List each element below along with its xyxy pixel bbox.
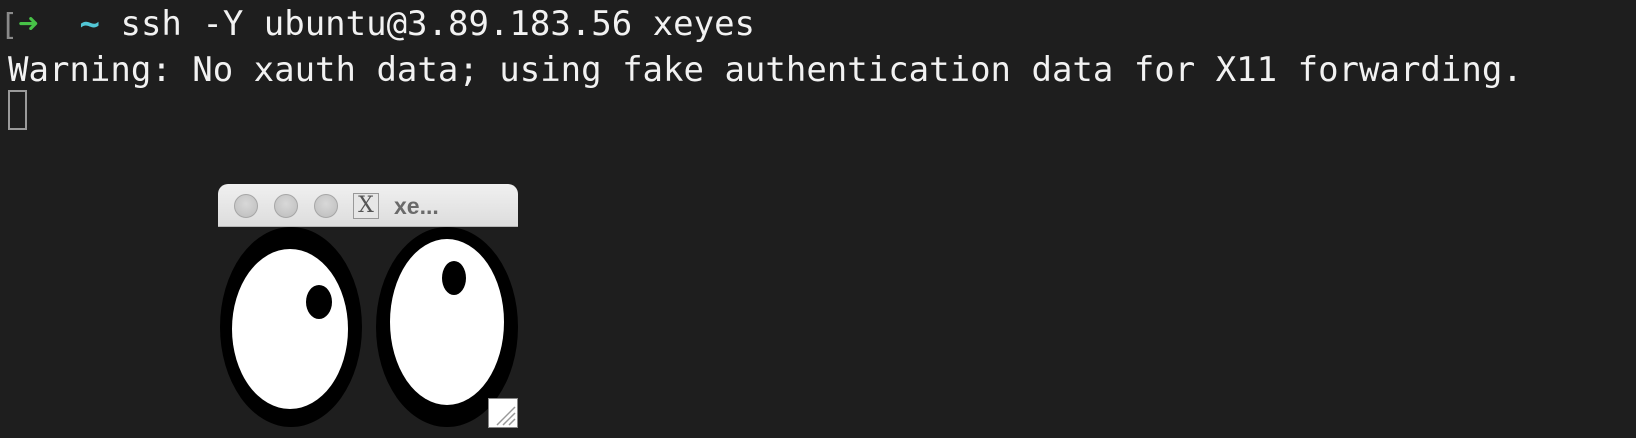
xeyes-window[interactable]: X xe... — [218, 184, 518, 436]
right-pupil — [442, 261, 466, 295]
zoom-button[interactable] — [314, 194, 338, 218]
xeyes-canvas — [218, 227, 518, 436]
xeyes-titlebar[interactable]: X xe... — [218, 184, 518, 227]
terminal-cursor — [8, 90, 27, 130]
minimize-button[interactable] — [274, 194, 298, 218]
window-title: xe... — [394, 193, 439, 219]
left-pupil — [306, 285, 332, 319]
prompt-bracket: [ — [0, 8, 19, 43]
prompt-directory: ~ — [79, 4, 100, 44]
x11-app-icon: X — [353, 193, 379, 219]
terminal-window[interactable]: [➜ ~ ssh -Y ubuntu@3.89.183.56 xeyes War… — [0, 0, 1636, 438]
left-eye — [232, 249, 348, 409]
close-button[interactable] — [234, 194, 258, 218]
resize-grip-icon[interactable] — [488, 398, 518, 428]
right-eye — [390, 239, 504, 405]
command-line: [➜ ~ ssh -Y ubuntu@3.89.183.56 xeyes — [0, 2, 755, 48]
output-warning: Warning: No xauth data; using fake authe… — [8, 50, 1523, 90]
command-text: ssh -Y ubuntu@3.89.183.56 xeyes — [120, 4, 756, 44]
prompt-arrow-icon: ➜ — [18, 4, 39, 44]
